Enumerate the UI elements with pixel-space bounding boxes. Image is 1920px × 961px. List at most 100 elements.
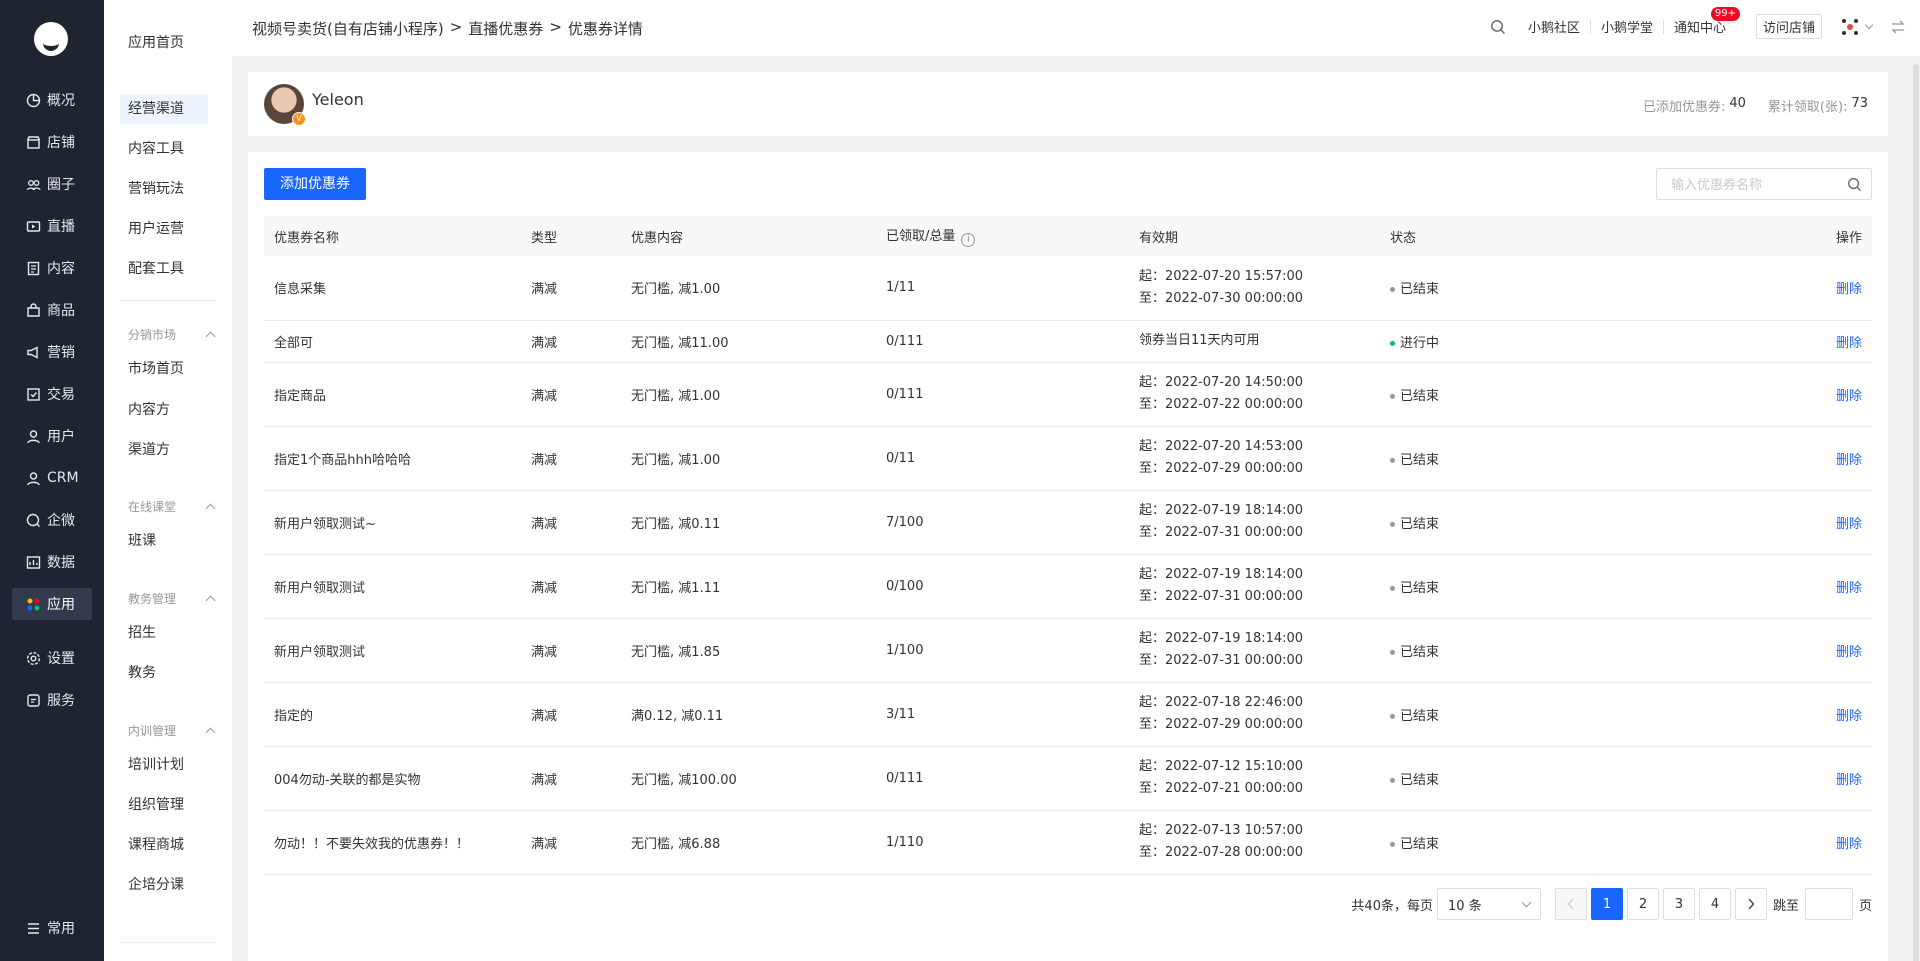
sidebar-item-content-party[interactable]: 内容方	[120, 395, 208, 425]
validity-start: 起：2022-07-19 18:14:00	[1139, 503, 1304, 518]
nav-item-shop[interactable]: 店铺	[12, 126, 92, 158]
added-coupons-label: 已添加优惠券:	[1642, 100, 1726, 115]
coupon-search-input[interactable]	[1671, 176, 1847, 192]
community-icon	[26, 177, 41, 192]
content-icon	[26, 261, 41, 276]
nav-item-favorites[interactable]: 常用	[12, 912, 92, 944]
coupon-type: 满减	[521, 426, 621, 491]
nav-item-marketing[interactable]: 营销	[12, 336, 92, 368]
status-badge: 已结束	[1400, 708, 1440, 724]
delete-link[interactable]: 删除	[1836, 581, 1862, 596]
visit-store-button[interactable]: 访问店铺	[1755, 14, 1822, 39]
delete-link[interactable]: 删除	[1836, 389, 1862, 404]
delete-link[interactable]: 删除	[1836, 453, 1862, 468]
sidebar-item-channel-party[interactable]: 渠道方	[120, 435, 208, 465]
sidebar-group-training[interactable]: 内训管理	[128, 722, 216, 739]
sidebar-item-training-plan[interactable]: 培训计划	[120, 750, 208, 780]
store-avatar[interactable]	[1840, 17, 1874, 37]
breadcrumb-item-channel[interactable]: 视频号卖货(自有店铺小程序)	[252, 18, 444, 39]
coupon-type: 满减	[521, 320, 621, 363]
delete-link[interactable]: 删除	[1836, 837, 1862, 852]
prev-page-button[interactable]	[1554, 888, 1587, 920]
community-link[interactable]: 小鹅社区	[1528, 17, 1580, 36]
page-scrollbar[interactable]	[1912, 56, 1920, 961]
next-page-button[interactable]	[1734, 888, 1767, 920]
add-coupon-button[interactable]: 添加优惠券	[264, 168, 366, 200]
chevron-up-icon	[205, 595, 216, 606]
table-row: 新用户领取测试 满减 无门槛, 减1.11 0/100 起：2022-07-19 18:…	[264, 554, 1872, 619]
column-header-received: 已领取/总量 i	[876, 216, 1129, 256]
nav-item-label: 用户	[47, 429, 75, 445]
app-logo[interactable]	[34, 22, 68, 56]
added-coupons-value: 40	[1729, 96, 1746, 111]
coupon-content: 无门槛, 减1.00	[621, 256, 876, 321]
total-count-label: 共40条，每页	[1351, 898, 1433, 914]
nav-item-service[interactable]: 服务	[12, 684, 92, 716]
delete-link[interactable]: 删除	[1836, 282, 1862, 297]
jump-page-input[interactable]	[1804, 888, 1853, 920]
sidebar-item-marketing[interactable]: 营销玩法	[120, 174, 208, 204]
delete-link[interactable]: 删除	[1836, 709, 1862, 724]
nav-item-goods[interactable]: 商品	[12, 294, 92, 326]
page-button-1[interactable]: 1	[1590, 888, 1623, 920]
coupon-status: 已结束	[1380, 618, 1740, 683]
nav-item-live[interactable]: 直播	[12, 210, 92, 242]
coupon-status: 进行中	[1380, 320, 1740, 363]
sidebar-item-enrollment[interactable]: 招生	[120, 618, 208, 648]
sidebar-item-app-home[interactable]: 应用首页	[120, 28, 208, 58]
notification-center-link[interactable]: 通知中心 99+	[1674, 7, 1740, 36]
sidebar-item-course-mall[interactable]: 课程商城	[120, 830, 208, 860]
nav-item-overview[interactable]: 概况	[12, 84, 92, 116]
search-icon[interactable]	[1847, 177, 1862, 192]
sidebar-item-org-management[interactable]: 组织管理	[120, 790, 208, 820]
sidebar-group-distribution[interactable]: 分销市场	[128, 326, 216, 343]
sidebar-group-online-class[interactable]: 在线课堂	[128, 498, 216, 515]
secondary-sidebar: 应用首页 经营渠道 内容工具 营销玩法 用户运营 配套工具 分销市场 市场首页 …	[104, 0, 232, 961]
page-size-select[interactable]: 10 条	[1436, 888, 1541, 920]
pagination: 共40条，每页 10 条 1 2 3 4 跳至 页	[1351, 888, 1872, 920]
nav-item-label: 概况	[47, 93, 75, 109]
search-icon[interactable]	[1490, 19, 1506, 35]
coupon-validity: 起：2022-07-20 15:57:00 至：2022-07-30 00:00:…	[1129, 256, 1380, 321]
actions-cell: 删除	[1740, 320, 1872, 363]
trade-icon	[26, 387, 41, 402]
page-button-3[interactable]: 3	[1662, 888, 1695, 920]
nav-item-content[interactable]: 内容	[12, 252, 92, 284]
actions-cell: 删除	[1740, 554, 1872, 619]
page-button-4[interactable]: 4	[1698, 888, 1731, 920]
nav-item-wecom[interactable]: 企微	[12, 504, 92, 536]
sidebar-item-user-ops[interactable]: 用户运营	[120, 214, 208, 244]
nav-item-label: 营销	[47, 345, 75, 361]
divider	[1589, 19, 1591, 34]
delete-link[interactable]: 删除	[1836, 336, 1862, 351]
coupon-received-count: 0/11	[876, 426, 1129, 491]
nav-item-user[interactable]: 用户	[12, 420, 92, 452]
coupon-validity: 起：2022-07-19 18:14:00 至：2022-07-31 00:00:…	[1129, 490, 1380, 555]
table-row: 指定的 满减 满0.12, 减0.11 3/11 起：2022-07-18 22:46:…	[264, 682, 1872, 747]
sidebar-item-content-tools[interactable]: 内容工具	[120, 134, 208, 164]
academy-link[interactable]: 小鹅学堂	[1601, 17, 1653, 36]
nav-item-trade[interactable]: 交易	[12, 378, 92, 410]
sidebar-item-channels[interactable]: 经营渠道	[120, 94, 208, 124]
nav-item-label: 应用	[47, 597, 75, 613]
switch-icon[interactable]	[1890, 19, 1906, 35]
sidebar-item-enterprise-course[interactable]: 企培分课	[120, 870, 208, 900]
nav-item-data[interactable]: 数据	[12, 546, 92, 578]
sidebar-group-academic[interactable]: 教务管理	[128, 590, 216, 607]
page-button-2[interactable]: 2	[1626, 888, 1659, 920]
status-badge: 已结束	[1400, 516, 1440, 532]
breadcrumb-item-live-coupon[interactable]: 直播优惠券	[468, 18, 543, 39]
nav-item-settings[interactable]: 设置	[12, 642, 92, 674]
nav-item-community[interactable]: 圈子	[12, 168, 92, 200]
delete-link[interactable]: 删除	[1836, 517, 1862, 532]
nav-item-apps[interactable]: 应用	[12, 588, 92, 620]
sidebar-item-support-tools[interactable]: 配套工具	[120, 254, 208, 284]
sidebar-item-academic-affairs[interactable]: 教务	[120, 658, 208, 688]
delete-link[interactable]: 删除	[1836, 773, 1862, 788]
delete-link[interactable]: 删除	[1836, 645, 1862, 660]
info-icon[interactable]: i	[961, 233, 976, 247]
sidebar-item-market-home[interactable]: 市场首页	[120, 354, 208, 384]
nav-item-crm[interactable]: CRM	[12, 462, 92, 494]
sidebar-item-class[interactable]: 班课	[120, 526, 208, 556]
scrollbar-thumb[interactable]	[1913, 64, 1919, 961]
